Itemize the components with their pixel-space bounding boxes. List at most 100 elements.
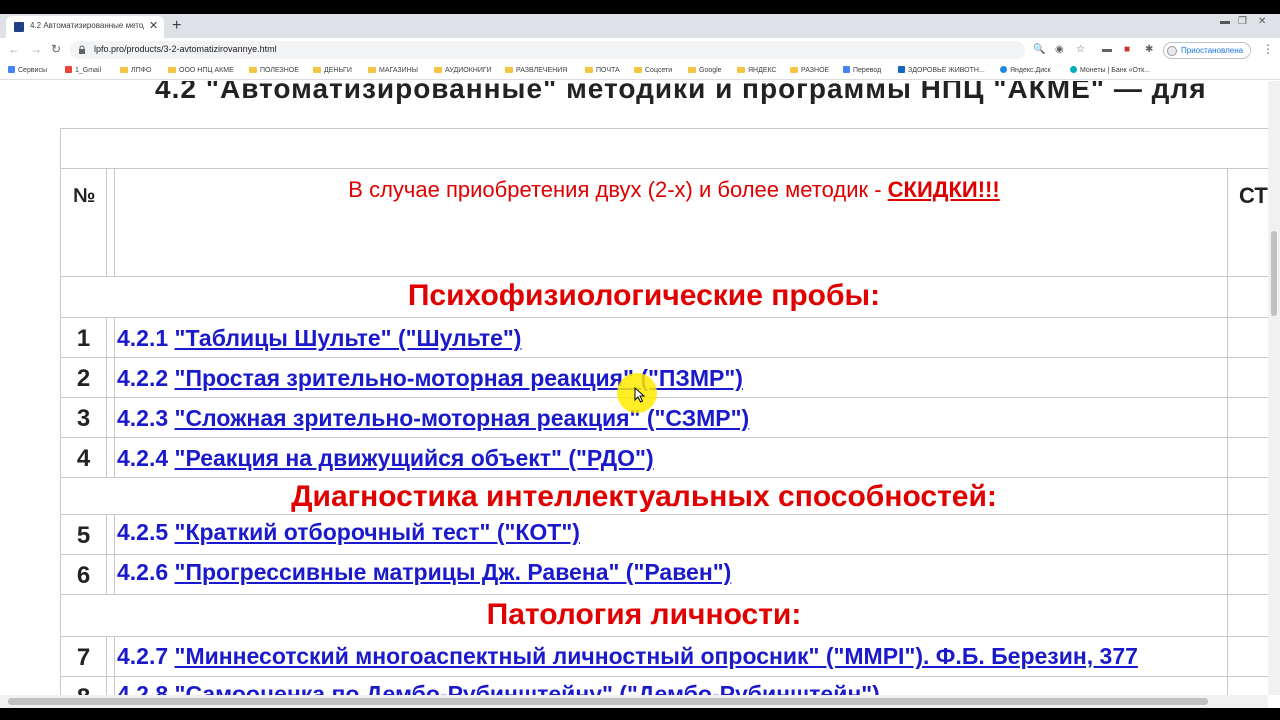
method-code: 4.2.6 (117, 559, 169, 585)
browser-menu-icon[interactable]: ⋮ (1262, 43, 1274, 55)
column-divider (106, 515, 107, 595)
tracking-eye-icon[interactable]: ◉ (1055, 44, 1064, 56)
method-link[interactable]: "Краткий отборочный тест" ("КОТ") (175, 519, 580, 545)
lock-icon (79, 45, 85, 54)
bookmark-item[interactable]: РАЗНОЕ (790, 65, 829, 77)
bookmark-item[interactable]: ЯНДЕКС (737, 65, 777, 77)
method-link[interactable]: "Самооценка по Дембо-Рубинштейну" ("Демб… (175, 681, 880, 695)
bookmark-item[interactable]: Монеты | Банк «Отк... (1070, 65, 1150, 77)
bookmark-item[interactable]: ООО НПЦ АКМЕ (168, 65, 234, 77)
folder-icon (120, 67, 128, 73)
column-divider (114, 637, 115, 695)
method-code: 4.2.8 (117, 681, 169, 695)
puzzle-icon[interactable]: ✱ (1145, 44, 1153, 56)
method-code: 4.2.3 (117, 405, 169, 431)
tab-strip: 4.2 Автоматизированные методики ✕ + ▬ ❐ … (0, 14, 1280, 38)
page-viewport: 4.2 "Автоматизированные" методики и прог… (0, 81, 1268, 695)
row-content: 4.2.5 "Краткий отборочный тест" ("КОТ") (117, 519, 580, 546)
row-number: 1 (76, 325, 91, 352)
discount-emphasis: СКИДКИ!!! (887, 177, 1000, 202)
method-link[interactable]: "Сложная зрительно-моторная реакция" ("С… (175, 405, 750, 431)
address-bar[interactable]: lpfo.pro/products/3-2-avtomatizirovannye… (70, 41, 1025, 59)
extension-icon[interactable]: ▬ (1102, 44, 1112, 56)
minimize-icon[interactable]: ▬ (1220, 16, 1230, 27)
table-row: 2 4.2.2 "Простая зрительно-моторная реак… (61, 358, 1268, 398)
reload-icon[interactable]: ↻ (51, 42, 61, 56)
bookmark-item[interactable]: ДЕНЬГИ (313, 65, 352, 77)
vertical-scroll-thumb[interactable] (1271, 231, 1277, 316)
folder-icon (585, 67, 593, 73)
table-header-row: № В случае приобретения двух (2-х) и бол… (61, 169, 1268, 277)
section-title: Психофизиологические пробы: (407, 279, 881, 312)
url-text: lpfo.pro/products/3-2-avtomatizirovannye… (94, 44, 277, 54)
bookmarks-bar: Сервисы 1_Gmail ЛПФО ООО НПЦ АКМЕ ПОЛЕЗН… (0, 62, 1280, 80)
new-tab-button[interactable]: + (172, 16, 181, 36)
price-column-header: СТ (1239, 183, 1268, 208)
bookmark-item[interactable]: АУДИОКНИГИ (434, 65, 492, 77)
cloud-icon (1000, 66, 1007, 73)
bookmark-item[interactable]: ПОЧТА (585, 65, 620, 77)
bookmark-item[interactable]: МАГАЗИНЫ (368, 65, 418, 77)
method-link[interactable]: "Простая зрительно-моторная реакция" ("П… (175, 365, 743, 391)
back-arrow-icon[interactable]: ← (8, 42, 20, 56)
folder-icon (688, 67, 696, 73)
bookmark-item[interactable]: Перевод (843, 65, 881, 77)
window-close-icon[interactable]: ✕ (1258, 16, 1266, 27)
method-link[interactable]: "Таблицы Шульте" ("Шульте") (175, 325, 522, 351)
method-link[interactable]: "Миннесотский многоаспектный личностный … (175, 643, 1138, 669)
coin-icon (1070, 66, 1077, 73)
methods-table: № В случае приобретения двух (2-х) и бол… (60, 128, 1268, 695)
tab-title: 4.2 Автоматизированные методики (30, 21, 144, 30)
column-divider (106, 318, 107, 478)
horizontal-scroll-thumb[interactable] (8, 698, 1208, 705)
section-title: Патология личности: (486, 598, 802, 631)
folder-icon (249, 67, 257, 73)
bookmark-item[interactable]: ПОЛЕЗНОЕ (249, 65, 299, 77)
table-row: 1 4.2.1 "Таблицы Шульте" ("Шульте") (61, 318, 1268, 358)
bookmark-star-icon[interactable]: ☆ (1076, 44, 1085, 56)
pdf-extension-icon[interactable]: ■ (1124, 44, 1130, 56)
table-blank-row (61, 129, 1268, 169)
method-link[interactable]: "Реакция на движущийся объект" ("РДО") (175, 445, 654, 471)
row-number: 4 (76, 445, 91, 472)
browser-window: 4.2 Автоматизированные методики ✕ + ▬ ❐ … (0, 14, 1280, 708)
section-row: Диагностика интеллектуальных способносте… (61, 478, 1268, 515)
maximize-icon[interactable]: ❐ (1238, 16, 1247, 27)
table-row: 6 4.2.6 "Прогрессивные матрицы Дж. Равен… (61, 555, 1268, 595)
row-content: 4.2.6 "Прогрессивные матрицы Дж. Равена"… (117, 559, 731, 586)
profile-status-label: Приостановлена (1181, 46, 1244, 55)
bookmark-item[interactable]: Соцсети (634, 65, 672, 77)
table-row: 5 4.2.5 "Краткий отборочный тест" ("КОТ"… (61, 515, 1268, 555)
site-icon (898, 66, 905, 73)
browser-toolbar: ← → ↻ lpfo.pro/products/3-2-avtomatiziro… (0, 38, 1280, 62)
table-row: 7 4.2.7 "Миннесотский многоаспектный лич… (61, 637, 1268, 677)
folder-icon (634, 67, 642, 73)
bookmark-item[interactable]: ЗДОРОВЬЕ ЖИВОТН... (898, 65, 985, 77)
zoom-icon[interactable]: 🔍 (1033, 44, 1045, 56)
tab-close-icon[interactable]: ✕ (149, 19, 158, 33)
method-link[interactable]: "Прогрессивные матрицы Дж. Равена" ("Рав… (175, 559, 732, 585)
row-number: 5 (76, 522, 91, 549)
site-favicon-icon (14, 22, 24, 32)
active-tab[interactable]: 4.2 Автоматизированные методики ✕ (6, 16, 164, 38)
bookmark-item[interactable]: РАЗВЛЕЧЕНИЯ (505, 65, 567, 77)
row-content: 4.2.7 "Миннесотский многоаспектный лично… (117, 643, 1138, 670)
bookmark-item[interactable]: Google (688, 65, 722, 77)
row-content: 4.2.1 "Таблицы Шульте" ("Шульте") (117, 325, 521, 352)
bookmark-item[interactable]: 1_Gmail (65, 65, 101, 77)
vertical-scrollbar[interactable] (1268, 81, 1280, 695)
bookmark-item[interactable]: Сервисы (8, 65, 47, 77)
bookmark-item[interactable]: Яндекс.Диск (1000, 65, 1051, 77)
column-divider (114, 318, 115, 478)
bookmark-item[interactable]: ЛПФО (120, 65, 151, 77)
method-code: 4.2.1 (117, 325, 169, 351)
section-row: Психофизиологические пробы: (61, 277, 1268, 318)
number-column-header: № (73, 185, 96, 207)
apps-grid-icon (8, 66, 15, 73)
row-number: 2 (76, 365, 91, 392)
forward-arrow-icon[interactable]: → (30, 42, 42, 56)
table-row: 3 4.2.3 "Сложная зрительно-моторная реак… (61, 398, 1268, 438)
folder-icon (313, 67, 321, 73)
profile-button[interactable]: Приостановлена (1163, 42, 1251, 59)
horizontal-scrollbar[interactable] (0, 695, 1268, 708)
